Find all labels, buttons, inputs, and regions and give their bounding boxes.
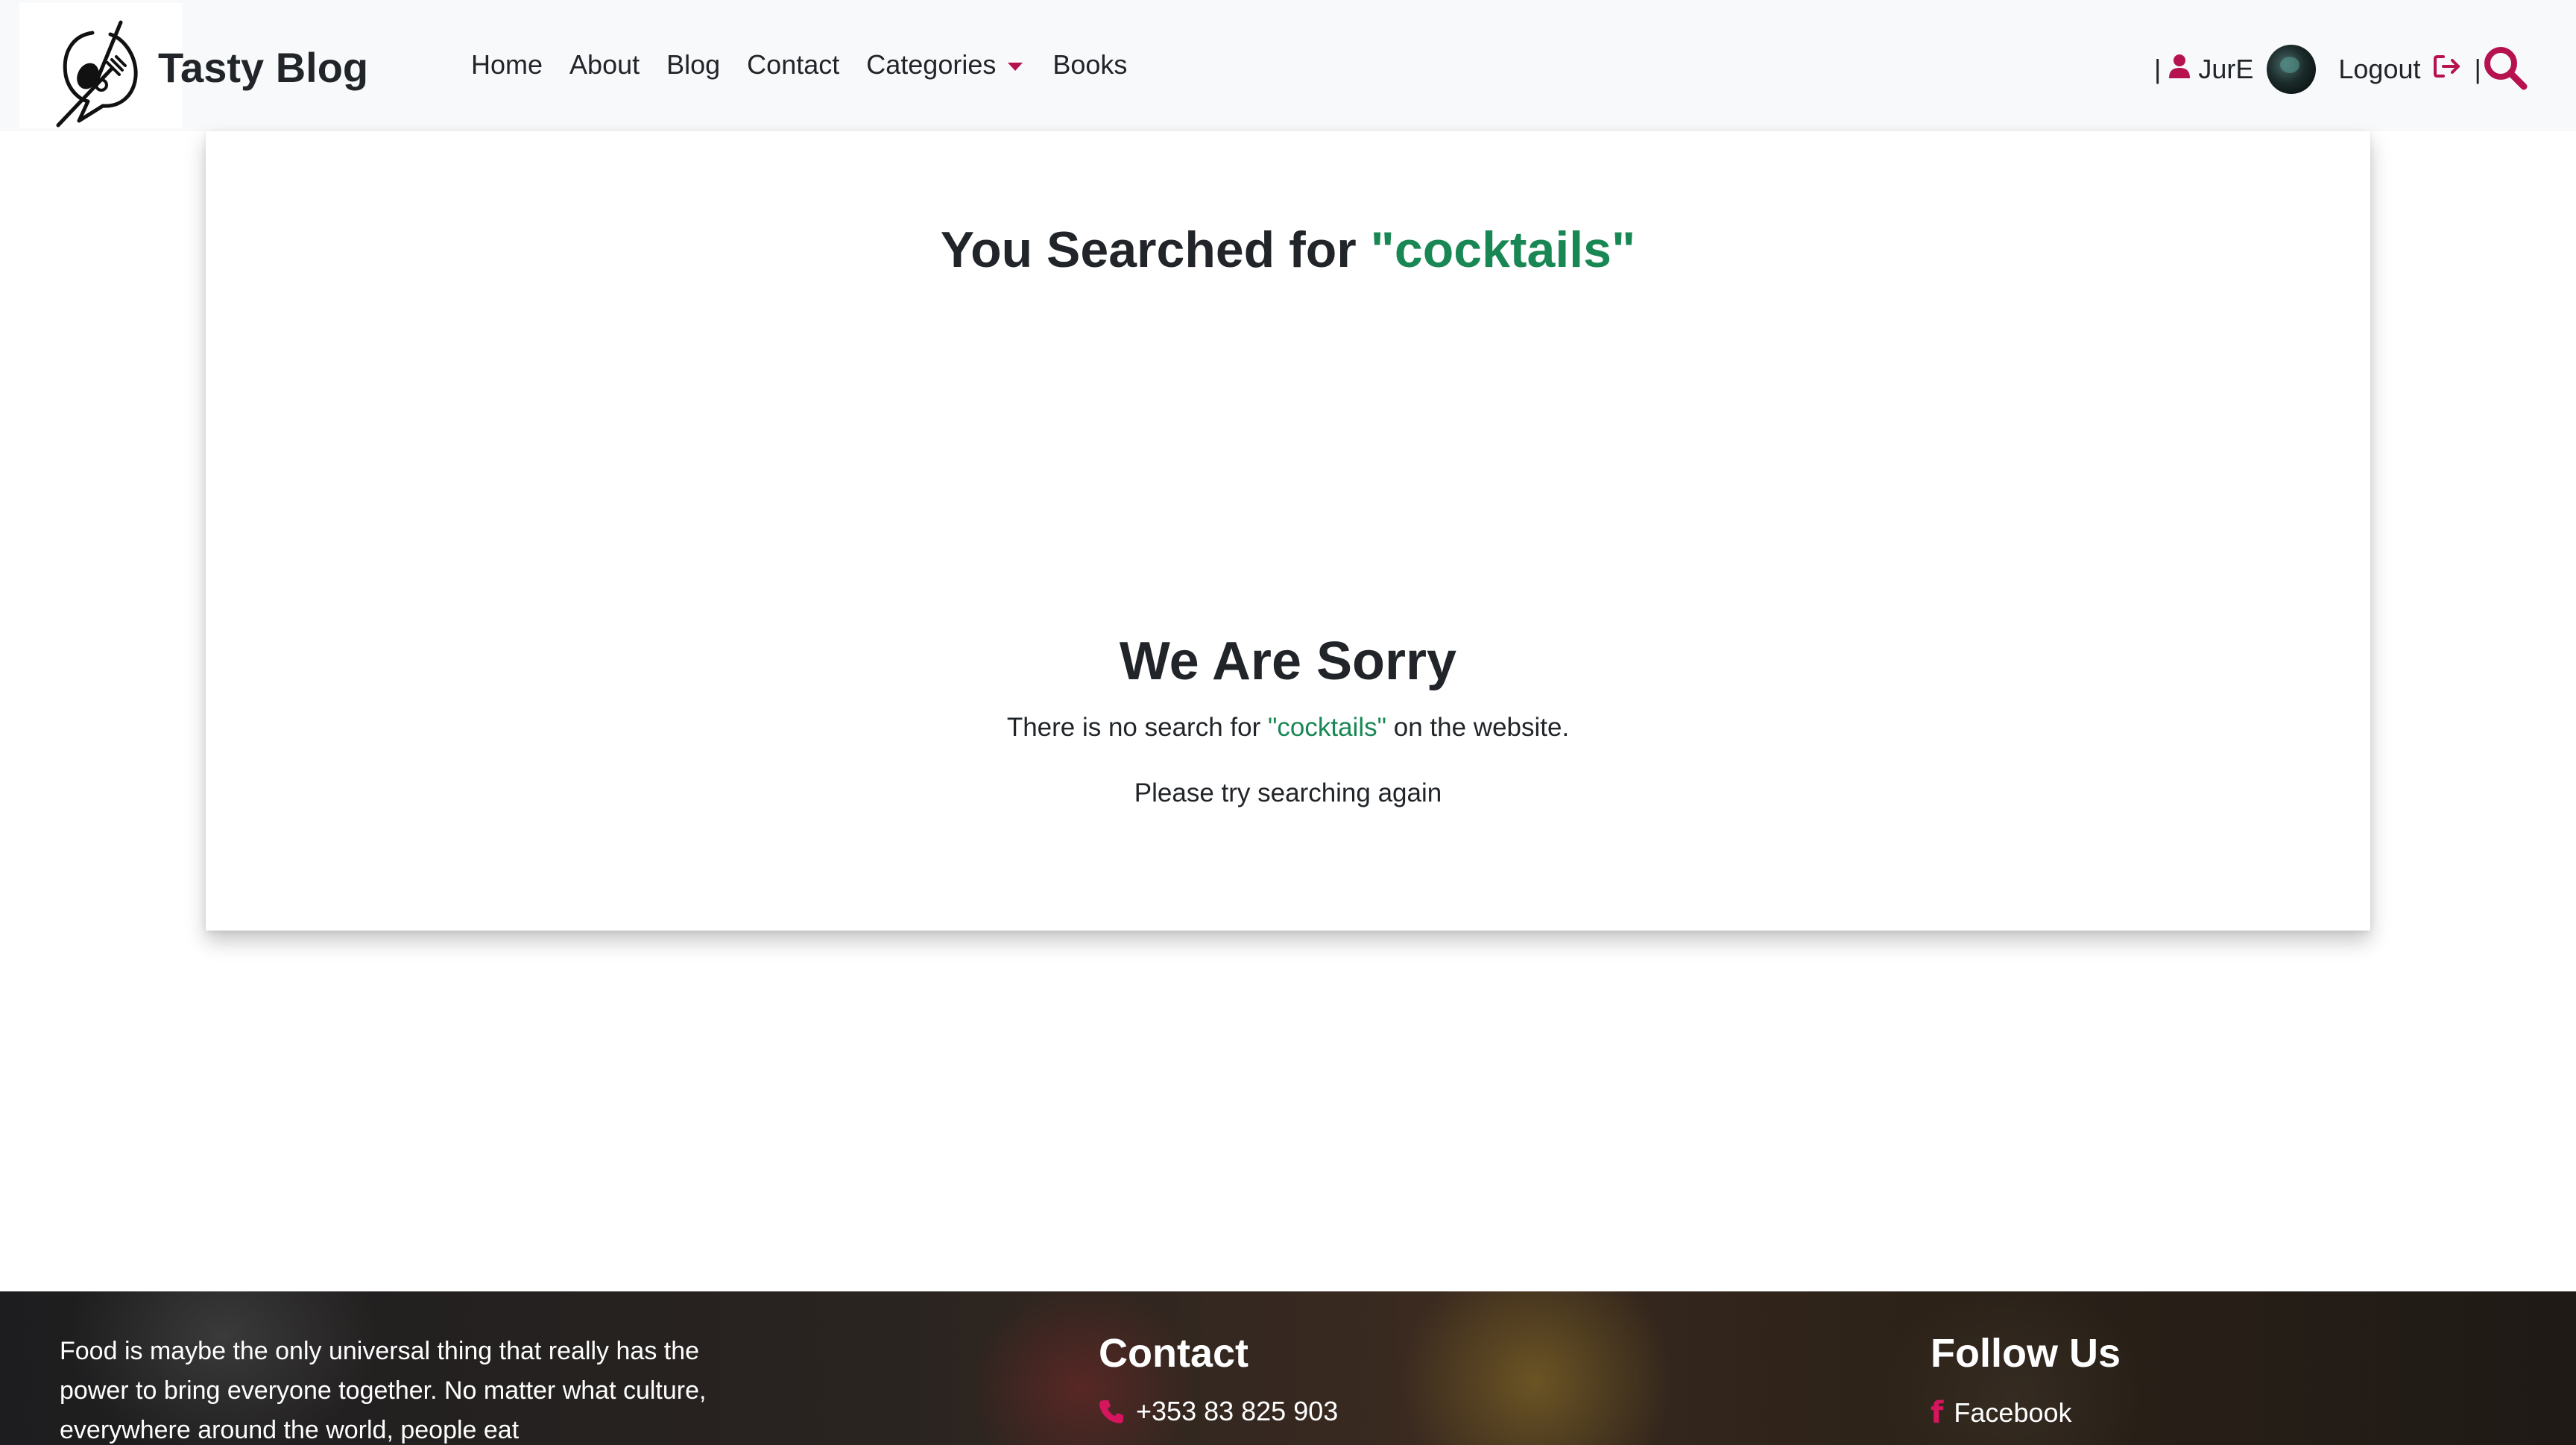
spoon-fork-chat-icon <box>56 20 138 128</box>
brand-name[interactable]: Tasty Blog <box>158 43 368 92</box>
nav-categories-label: Categories <box>866 49 997 80</box>
footer-facebook-link[interactable]: f Facebook <box>1931 1396 2072 1430</box>
search-title: You Searched for "cocktails" <box>206 221 2370 279</box>
main-nav: Home About Blog Contact Categories Books <box>471 49 1127 81</box>
no-results-suffix: on the website. <box>1386 713 1570 742</box>
username[interactable]: JurE <box>2198 54 2253 85</box>
no-results-query: "cocktails" <box>1267 713 1387 742</box>
caret-down-icon <box>1008 62 1023 71</box>
nav-home[interactable]: Home <box>471 49 543 81</box>
separator: | <box>2154 54 2162 84</box>
footer-phone-number: +353 83 825 903 <box>1136 1396 1339 1426</box>
navbar: Tasty Blog Home About Blog Contact Categ… <box>0 0 2576 131</box>
user-area: | JurE Logout | <box>2147 43 2489 95</box>
footer-contact-heading: Contact <box>1099 1331 1248 1376</box>
nav-books[interactable]: Books <box>1052 49 1127 81</box>
retry-message: Please try searching again <box>1134 778 1442 808</box>
footer-facebook-label: Facebook <box>1954 1397 2072 1428</box>
sorry-heading: We Are Sorry <box>1119 632 1457 691</box>
user-icon <box>2168 54 2191 86</box>
footer-follow-heading: Follow Us <box>1931 1331 2121 1376</box>
search-icon[interactable] <box>2482 45 2528 95</box>
footer-phone[interactable]: +353 83 825 903 <box>1099 1396 1338 1427</box>
separator: | <box>2474 54 2481 84</box>
nav-contact[interactable]: Contact <box>747 49 839 81</box>
logout-icon[interactable] <box>2433 54 2463 86</box>
nav-categories-dropdown[interactable]: Categories <box>866 49 1023 81</box>
footer: Food is maybe the only universal thing t… <box>0 1291 2576 1445</box>
phone-icon <box>1099 1400 1123 1423</box>
search-results-card: You Searched for "cocktails" We Are Sorr… <box>206 131 2370 931</box>
no-results-message: There is no search for "cocktails" on th… <box>206 713 2370 743</box>
footer-about-text: Food is maybe the only universal thing t… <box>60 1337 707 1444</box>
facebook-icon: f <box>1931 1396 1944 1430</box>
nav-blog[interactable]: Blog <box>666 49 720 81</box>
no-results-prefix: There is no search for <box>1006 713 1268 742</box>
logout-link[interactable]: Logout <box>2338 54 2420 85</box>
avatar[interactable] <box>2267 45 2317 94</box>
search-query: "cocktails" <box>1370 221 1636 278</box>
nav-about[interactable]: About <box>569 49 640 81</box>
search-title-prefix: You Searched for <box>940 221 1371 278</box>
